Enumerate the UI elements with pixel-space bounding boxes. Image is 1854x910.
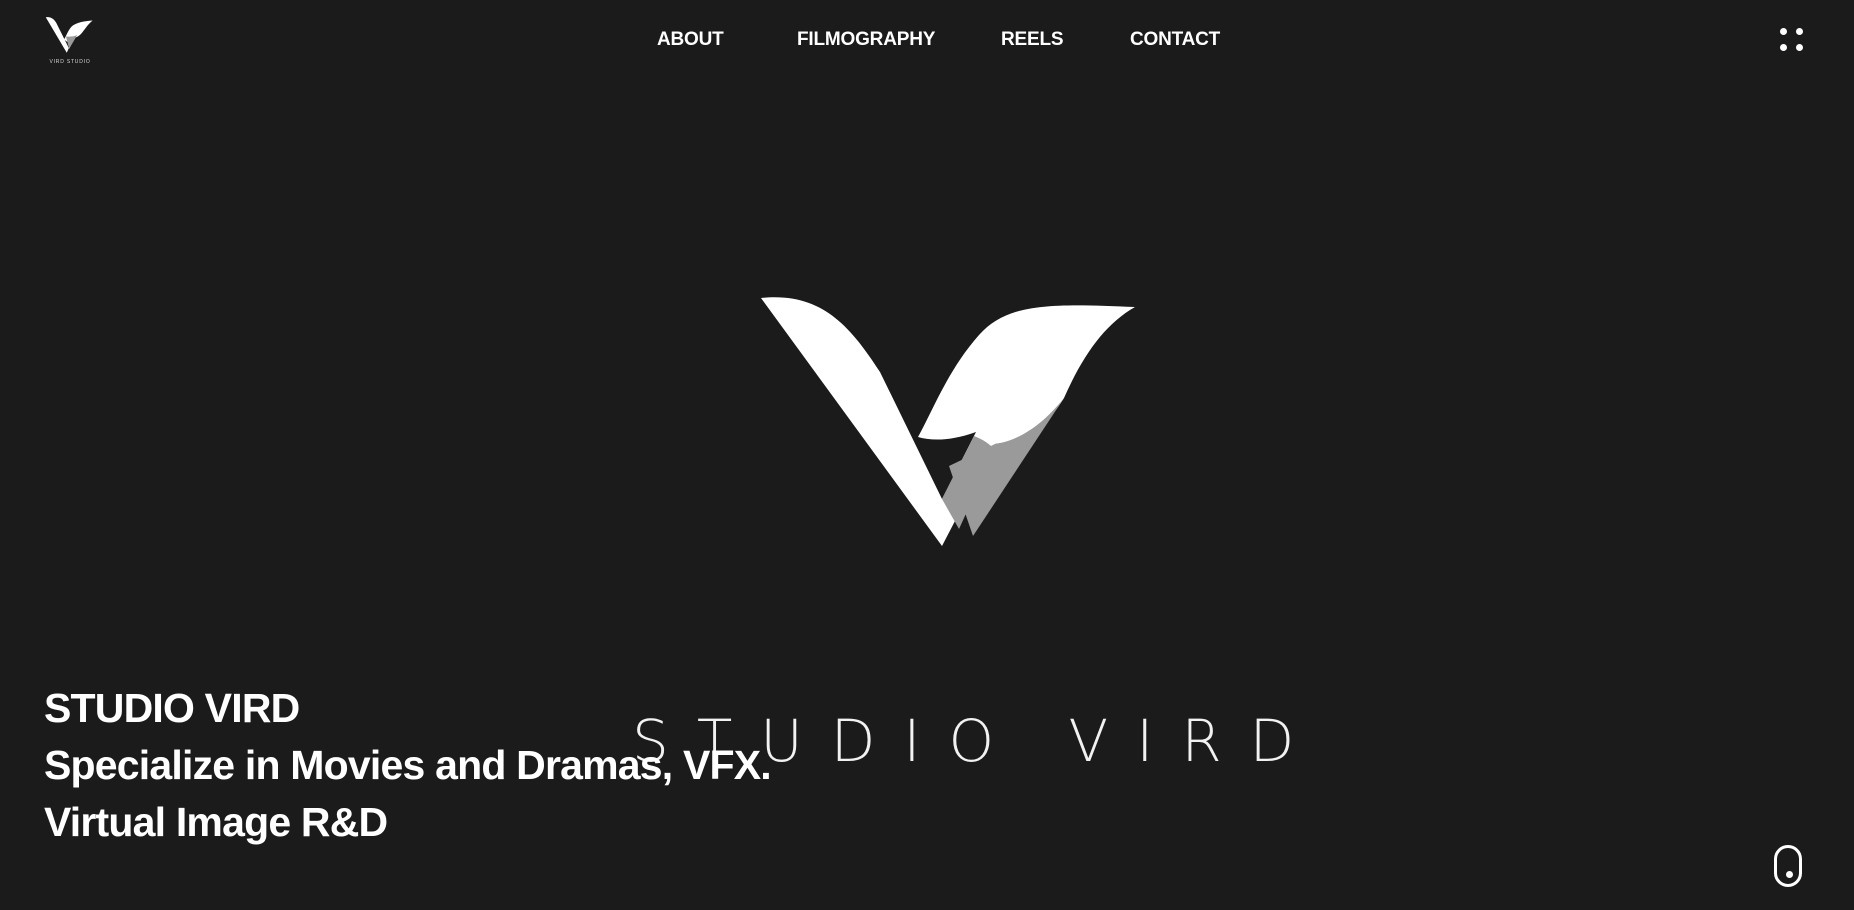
menu-button[interactable] xyxy=(1774,24,1810,60)
logo-caption: VIRD STUDIO xyxy=(49,59,91,65)
nav-contact[interactable]: CONTACT xyxy=(1130,29,1220,51)
v-logo-icon xyxy=(761,297,1135,546)
scroll-dot xyxy=(1786,871,1793,878)
hero-subtitle-2: Virtual Image R&D xyxy=(44,799,388,845)
grid-dot-icon xyxy=(1796,28,1803,35)
nav-filmography[interactable]: FILMOGRAPHY xyxy=(797,29,935,51)
landing-page: VIRD STUDIO ABOUT FILMOGRAPHY REELS CONT… xyxy=(0,0,1854,910)
nav-reels[interactable]: REELS xyxy=(1001,29,1064,51)
grid-dot-icon xyxy=(1796,44,1803,51)
hero-subtitle-1: Specialize in Movies and Dramas, VFX. xyxy=(44,742,772,788)
main-navigation: ABOUT FILMOGRAPHY REELS CONTACT xyxy=(0,29,1854,55)
site-header: VIRD STUDIO ABOUT FILMOGRAPHY REELS CONT… xyxy=(0,0,1854,84)
hero-tagline: STUDIO VIRD Specialize in Movies and Dra… xyxy=(44,680,944,851)
nav-about[interactable]: ABOUT xyxy=(657,29,724,51)
grid-dot-icon xyxy=(1780,44,1787,51)
hero-title: STUDIO VIRD xyxy=(44,685,300,731)
mouse-scroll-icon[interactable] xyxy=(1774,845,1802,887)
grid-dot-icon xyxy=(1780,28,1787,35)
